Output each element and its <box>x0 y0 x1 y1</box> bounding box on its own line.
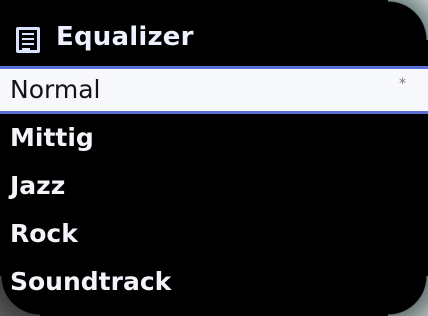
menu-item-label: Normal <box>10 75 101 104</box>
current-selection-marker: * <box>399 76 406 92</box>
menu-item-mittig[interactable]: Mittig <box>0 114 428 162</box>
menu-item-jazz[interactable]: Jazz <box>0 162 428 210</box>
device-bezel: Equalizer Normal * Mittig Jazz Rock Soun… <box>0 0 428 316</box>
menu-item-normal[interactable]: Normal * <box>0 66 428 114</box>
bezel-corner <box>388 0 428 40</box>
display-screen: Equalizer Normal * Mittig Jazz Rock Soun… <box>0 0 428 316</box>
menu-item-label: Mittig <box>10 123 94 152</box>
list-menu-icon <box>16 27 40 53</box>
menu-item-label: Rock <box>10 219 78 248</box>
bezel-corner <box>0 276 40 316</box>
title-bar: Equalizer <box>0 0 428 64</box>
menu-item-rock[interactable]: Rock <box>0 210 428 258</box>
equalizer-preset-list: Normal * Mittig Jazz Rock Soundtrack <box>0 66 428 306</box>
page-title: Equalizer <box>56 22 194 52</box>
bezel-corner <box>388 276 428 316</box>
menu-item-label: Jazz <box>10 171 66 200</box>
menu-item-soundtrack[interactable]: Soundtrack <box>0 258 428 306</box>
